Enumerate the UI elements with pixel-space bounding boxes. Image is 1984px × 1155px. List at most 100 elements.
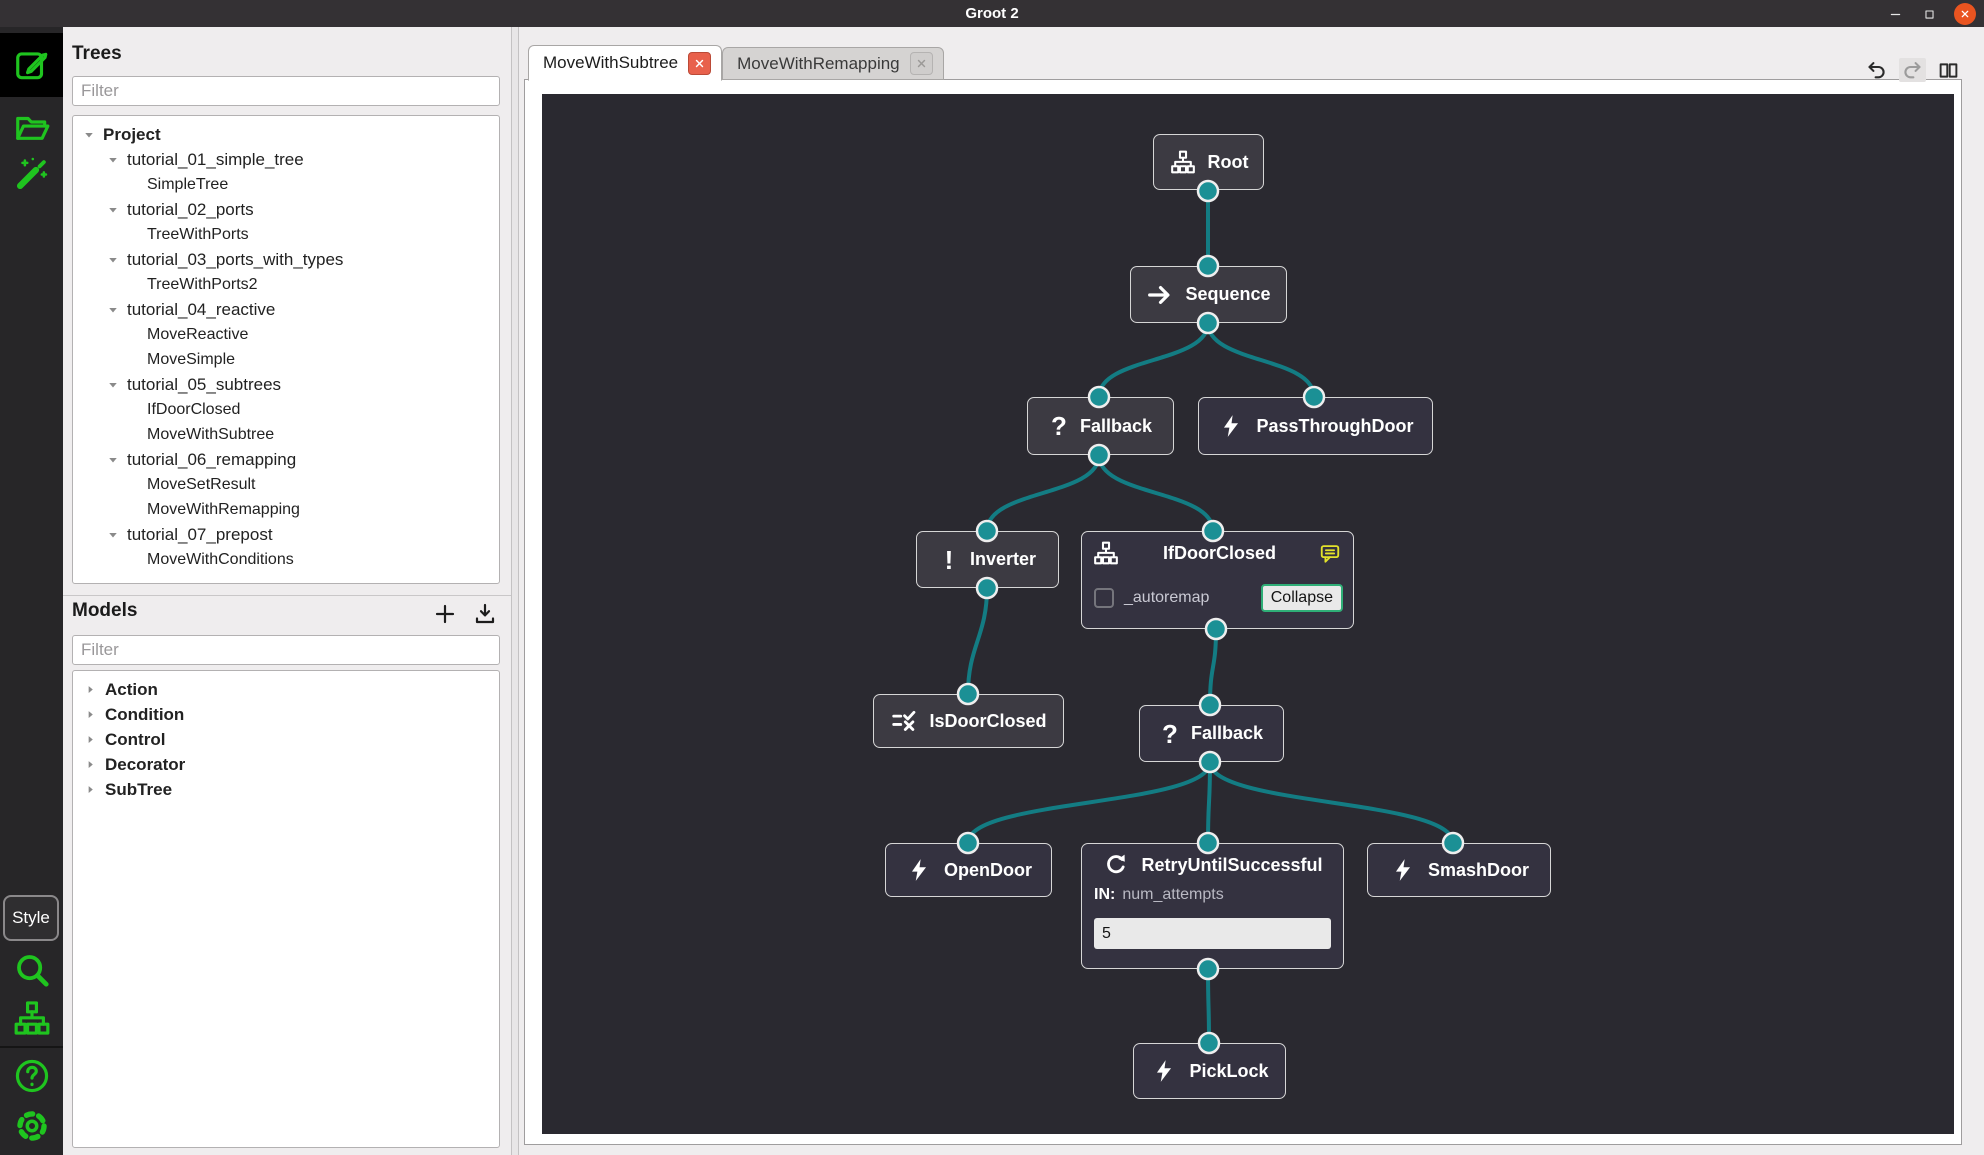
tab-movewithsubtree[interactable]: MoveWithSubtree — [528, 45, 723, 81]
tree-item-leaf[interactable]: SimpleTree — [73, 172, 499, 197]
collapse-button[interactable]: Collapse — [1260, 584, 1343, 612]
split-view-button[interactable] — [1935, 58, 1962, 82]
subtree-icon — [1169, 149, 1197, 175]
port[interactable] — [1201, 519, 1225, 543]
sidebar-splitter[interactable] — [511, 27, 519, 1155]
close-button[interactable] — [1954, 3, 1976, 25]
trees-list: Project tutorial_01_simple_tree SimpleTree… — [72, 115, 500, 584]
tree-item-label: SimpleTree — [147, 175, 229, 193]
port[interactable] — [956, 831, 980, 855]
tree-item-label: tutorial_03_ports_with_types — [127, 249, 344, 269]
tree-item-label: TreeWithPorts — [147, 225, 249, 243]
port[interactable] — [975, 576, 999, 600]
tab-movewithremapping[interactable]: MoveWithRemapping — [722, 47, 944, 80]
tree-item-leaf[interactable]: MoveSetResult — [73, 472, 499, 497]
port[interactable] — [1204, 617, 1228, 641]
node-retryuntilsuccessful[interactable]: RetryUntilSuccessful IN: num_attempts — [1081, 843, 1344, 969]
port[interactable] — [1087, 385, 1111, 409]
tree-item-leaf[interactable]: TreeWithPorts2 — [73, 272, 499, 297]
import-models-button[interactable] — [473, 602, 497, 626]
port[interactable] — [1198, 750, 1222, 774]
edge — [1208, 628, 1218, 706]
port-value-input[interactable] — [1094, 918, 1331, 949]
port[interactable] — [1441, 831, 1465, 855]
node-label: Fallback — [1190, 723, 1264, 743]
redo-button[interactable] — [1899, 58, 1926, 82]
port[interactable] — [975, 519, 999, 543]
question-icon: ? — [1162, 718, 1178, 749]
undo-button[interactable] — [1863, 58, 1890, 82]
autoremap-checkbox[interactable] — [1094, 588, 1114, 608]
caret-icon — [107, 254, 119, 266]
port[interactable] — [1197, 1031, 1221, 1055]
rail-editor-button[interactable] — [0, 33, 63, 97]
caret-icon — [107, 204, 119, 216]
model-category-control[interactable]: Control — [73, 727, 499, 752]
port[interactable] — [1196, 957, 1220, 981]
port[interactable] — [1196, 311, 1220, 335]
rail-open-project-button[interactable] — [0, 103, 63, 153]
tree-item-label: Project — [103, 124, 161, 144]
model-category-condition[interactable]: Condition — [73, 702, 499, 727]
tree-item-project[interactable]: Project — [73, 122, 499, 147]
tree-item-leaf[interactable]: MoveReactive — [73, 322, 499, 347]
tab-close-button[interactable] — [909, 52, 933, 75]
port[interactable] — [1196, 179, 1220, 203]
model-category-action[interactable]: Action — [73, 677, 499, 702]
node-port-row: IN: num_attempts — [1082, 886, 1343, 912]
maximize-button[interactable] — [1918, 3, 1940, 25]
tree-item-group[interactable]: tutorial_04_reactive — [73, 297, 499, 322]
port[interactable] — [1302, 385, 1326, 409]
rail-settings-button[interactable] — [0, 1103, 63, 1149]
split-view-icon — [1938, 60, 1959, 81]
comment-icon — [1319, 542, 1343, 564]
node-ifdoorclosed[interactable]: IfDoorClosed _autoremap Collapse — [1081, 531, 1354, 629]
models-filter-input[interactable] — [72, 635, 500, 665]
port[interactable] — [1198, 693, 1222, 717]
tree-item-group[interactable]: tutorial_01_simple_tree — [73, 147, 499, 172]
node-port-row: _autoremap Collapse — [1082, 574, 1353, 620]
port[interactable] — [956, 682, 980, 706]
tree-item-leaf[interactable]: MoveSimple — [73, 347, 499, 372]
model-category-label: Control — [105, 729, 166, 749]
rail-search-button[interactable] — [0, 947, 63, 993]
rail-style-button[interactable]: Style — [3, 895, 59, 941]
tree-item-label: tutorial_06_remapping — [127, 449, 297, 469]
rail-help-button[interactable] — [0, 1053, 63, 1099]
tree-item-group[interactable]: tutorial_05_subtrees — [73, 372, 499, 397]
tree-item-leaf[interactable]: MoveWithSubtree — [73, 422, 499, 447]
minimize-button[interactable] — [1884, 3, 1906, 25]
bolt-icon — [1217, 413, 1245, 439]
trees-filter-input[interactable] — [72, 76, 500, 106]
port[interactable] — [1196, 254, 1220, 278]
tree-item-leaf[interactable]: IfDoorClosed — [73, 397, 499, 422]
tab-close-button[interactable] — [688, 51, 712, 75]
caret-icon — [85, 684, 96, 695]
tree-item-group[interactable]: tutorial_03_ports_with_types — [73, 247, 499, 272]
tree-item-group[interactable]: tutorial_06_remapping — [73, 447, 499, 472]
tree-item-leaf[interactable]: MoveWithRemapping — [73, 497, 499, 522]
graph-canvas[interactable]: Root Sequence? Fallback PassThroughDoor! Inv… — [542, 94, 1954, 1134]
rail-wizard-button[interactable] — [0, 149, 63, 199]
node-label: IfDoorClosed — [1162, 542, 1276, 563]
port[interactable] — [1196, 831, 1220, 855]
node-label: OpenDoor — [944, 859, 1032, 880]
bolt-icon — [1389, 857, 1417, 883]
model-category-decorator[interactable]: Decorator — [73, 752, 499, 777]
caret-icon — [83, 129, 95, 141]
tree-item-group[interactable]: tutorial_02_ports — [73, 197, 499, 222]
caret-icon — [107, 154, 119, 166]
tree-item-group[interactable]: tutorial_07_prepost — [73, 522, 499, 547]
node-label: Fallback — [1079, 415, 1153, 436]
model-category-subtree[interactable]: SubTree — [73, 777, 499, 802]
import-models-icon — [473, 602, 497, 626]
tree-item-leaf[interactable]: TreeWithPorts — [73, 222, 499, 247]
add-model-button[interactable] — [433, 602, 457, 626]
rail-tree-layout-button[interactable] — [0, 995, 63, 1041]
edge — [966, 587, 989, 695]
port[interactable] — [1087, 443, 1111, 467]
settings-icon — [13, 1107, 51, 1145]
tree-item-leaf[interactable]: MoveWithConditions — [73, 547, 499, 572]
model-category-label: Action — [105, 679, 158, 699]
tree-item-label: tutorial_02_ports — [127, 199, 254, 219]
